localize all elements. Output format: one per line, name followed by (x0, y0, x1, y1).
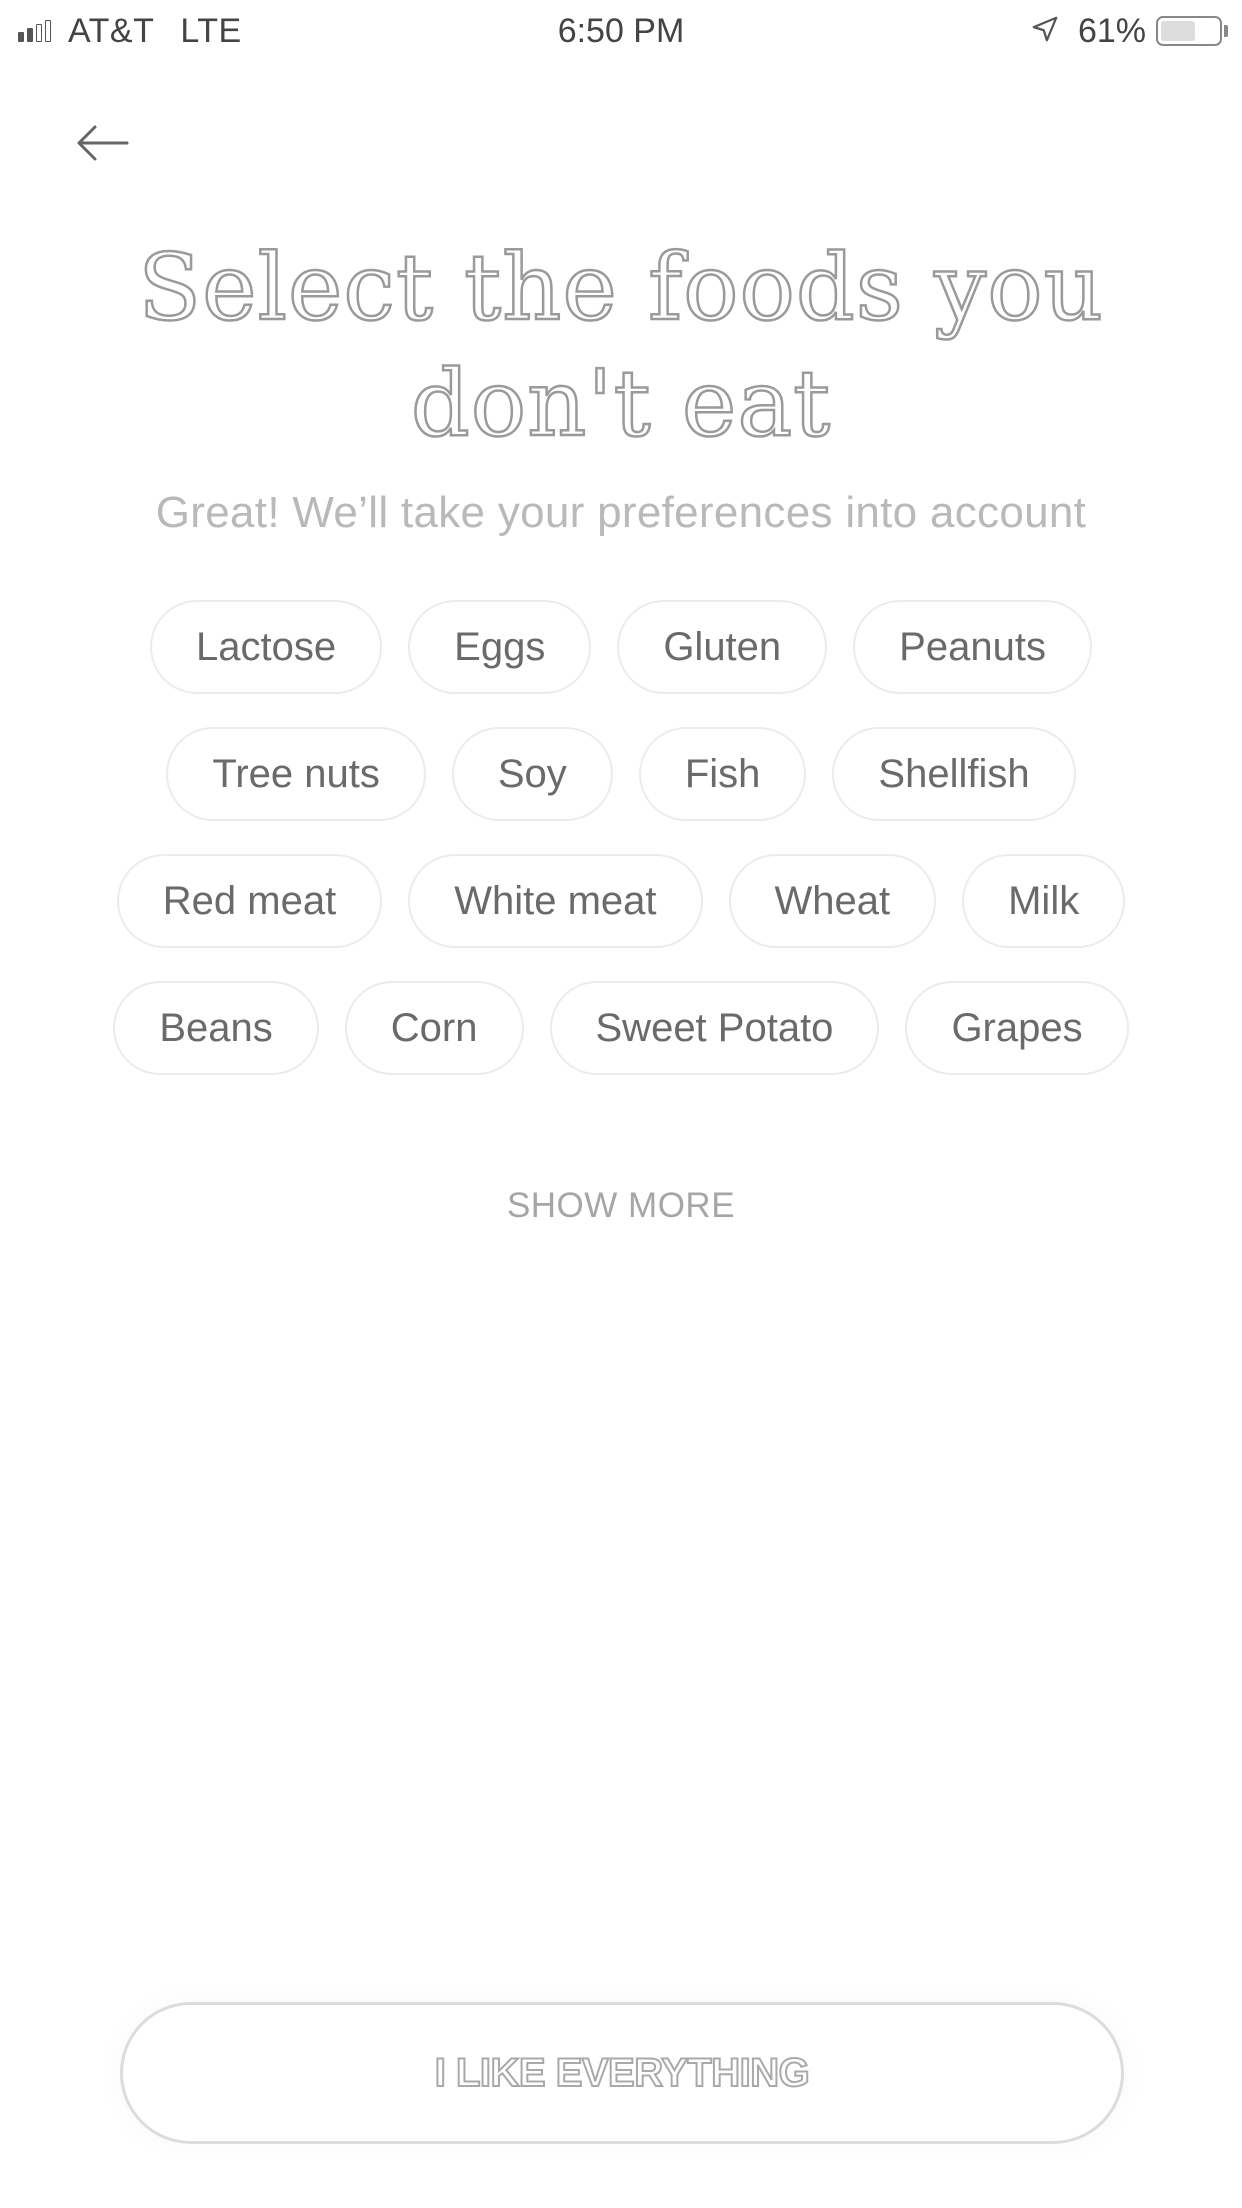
food-chip-milk[interactable]: Milk (962, 854, 1126, 948)
back-button[interactable] (62, 110, 142, 180)
location-arrow-icon (1030, 14, 1060, 49)
food-chip-gluten[interactable]: Gluten (617, 600, 828, 694)
food-chip-lactose[interactable]: Lactose (150, 600, 383, 694)
show-more-button[interactable]: SHOW MORE (0, 1186, 1242, 1226)
food-chip-eggs[interactable]: Eggs (408, 600, 592, 694)
arrow-left-icon (75, 123, 129, 168)
page-subtitle: Great! We’ll take your preferences into … (155, 488, 1087, 537)
like-everything-button[interactable]: I LIKE EVERYTHING (120, 2002, 1124, 2144)
food-chip-soy[interactable]: Soy (451, 727, 613, 821)
chip-row: Beans Corn Sweet Potato Grapes (60, 981, 1182, 1077)
food-chip-sweet-potato[interactable]: Sweet Potato (549, 981, 880, 1075)
status-right: 61% (1030, 8, 1228, 54)
battery-icon (1156, 16, 1222, 46)
battery-fill (1161, 21, 1195, 41)
food-chip-red-meat[interactable]: Red meat (116, 854, 383, 948)
food-chip-list: Lactose Eggs Gluten Peanuts Tree nuts Soy Fish… (60, 600, 1182, 1108)
food-chip-peanuts[interactable]: Peanuts (853, 600, 1092, 694)
chip-row: Tree nuts Soy Fish Shellfish (60, 727, 1182, 823)
food-chip-wheat[interactable]: Wheat (728, 854, 937, 948)
food-chip-shellfish[interactable]: Shellfish (832, 727, 1076, 821)
battery-tip (1224, 25, 1228, 37)
food-chip-beans[interactable]: Beans (113, 981, 319, 1075)
like-everything-label: I LIKE EVERYTHING (434, 2050, 811, 2096)
chip-row: Red meat White meat Wheat Milk (60, 854, 1182, 950)
page-title: Select the foods you don't eat (137, 233, 1104, 459)
chip-row: Lactose Eggs Gluten Peanuts (60, 600, 1182, 696)
food-chip-corn[interactable]: Corn (344, 981, 524, 1075)
battery-percent: 61% (1077, 11, 1146, 50)
food-chip-white-meat[interactable]: White meat (408, 854, 703, 948)
status-bar: AT&T LTE 6:50 PM 61% (0, 0, 1242, 62)
food-chip-grapes[interactable]: Grapes (905, 981, 1129, 1075)
food-chip-fish[interactable]: Fish (638, 727, 807, 821)
food-chip-tree-nuts[interactable]: Tree nuts (166, 727, 426, 821)
